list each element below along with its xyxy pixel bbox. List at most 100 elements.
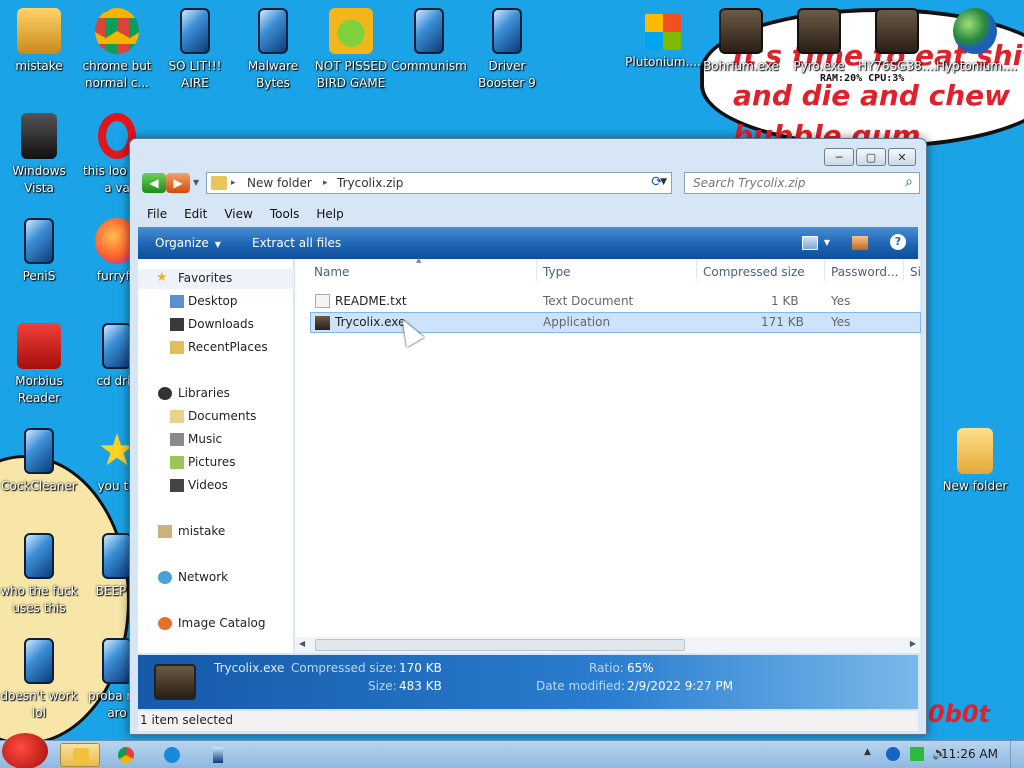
change-view-icon[interactable]: [802, 236, 818, 250]
phone-icon: [213, 747, 223, 763]
preview-pane-icon[interactable]: [852, 236, 868, 250]
nav-network[interactable]: Network: [138, 568, 294, 588]
menu-view[interactable]: View: [215, 205, 260, 225]
exe-icon: [797, 8, 841, 54]
desktop-icon-cockcleaner[interactable]: CockCleaner: [0, 428, 78, 495]
search-box[interactable]: ⌕: [684, 172, 920, 194]
nav-desktop[interactable]: Desktop: [138, 292, 294, 312]
breadcrumb-trycolix-zip[interactable]: Trycolix.zip: [337, 176, 403, 190]
desktop-icon-new-folder[interactable]: New folder: [936, 428, 1014, 495]
desktop-icon-bird-game[interactable]: NOT PISSED BIRD GAME: [312, 8, 390, 92]
show-hidden-icons-icon[interactable]: ▲: [864, 747, 878, 761]
nav-recent-places[interactable]: RecentPlaces: [138, 338, 294, 358]
file-password: Yes: [831, 294, 851, 308]
nav-documents[interactable]: Documents: [138, 407, 294, 427]
nav-videos[interactable]: Videos: [138, 476, 294, 496]
pdf-icon: [17, 323, 61, 369]
show-desktop-button[interactable]: [1010, 741, 1024, 768]
details-modified-value: 2/9/2022 9:27 PM: [627, 679, 734, 693]
breadcrumb-new-folder[interactable]: New folder: [247, 176, 312, 190]
taskbar-ie[interactable]: [152, 743, 192, 767]
desktop-icon-bohrium[interactable]: Bohrium.exe: [702, 8, 780, 75]
status-text: 1 item selected: [140, 713, 234, 727]
nav-label: mistake: [178, 524, 226, 538]
column-divider[interactable]: [696, 259, 697, 281]
desktop-icon-morbius-reader[interactable]: Morbius Reader: [0, 323, 78, 407]
taskbar-app[interactable]: [198, 743, 238, 767]
column-divider[interactable]: [824, 259, 825, 281]
scroll-right-icon[interactable]: ▶: [910, 639, 916, 648]
nav-favorites[interactable]: ★ Favorites: [138, 269, 294, 289]
desktop-icon-windows-vista[interactable]: Windows Vista: [0, 113, 78, 197]
nav-libraries[interactable]: Libraries: [138, 384, 294, 404]
column-header-compressed-size[interactable]: Compressed size: [703, 265, 805, 279]
menu-file[interactable]: File: [138, 205, 175, 225]
exe-icon: [315, 316, 330, 330]
clock[interactable]: 11:26 AM: [941, 747, 998, 761]
desktop-icon-mistake[interactable]: mistake: [0, 8, 78, 75]
help-icon[interactable]: ?: [890, 234, 906, 250]
chrome-icon: [95, 8, 139, 54]
column-header-password[interactable]: Password...: [831, 265, 899, 279]
details-size-label: Size:: [368, 679, 397, 693]
desktop-icon-penis[interactable]: PeniS: [0, 218, 78, 285]
close-button[interactable]: ✕: [888, 148, 916, 166]
nav-pictures[interactable]: Pictures: [138, 453, 294, 473]
nav-image-catalog[interactable]: Image Catalog: [138, 614, 294, 634]
desktop-icon-chrome[interactable]: chrome but normal c...: [78, 8, 156, 92]
desktop-icon-pyro[interactable]: Pyro.exe: [780, 8, 858, 75]
desktop-icon-communism[interactable]: Communism: [390, 8, 468, 75]
taskbar-chrome[interactable]: [106, 743, 146, 767]
folder-icon: [211, 176, 227, 190]
chrome-icon: [118, 747, 134, 763]
nav-homegroup-mistake[interactable]: mistake: [138, 522, 294, 542]
menu-help[interactable]: Help: [307, 205, 351, 225]
battery-icon[interactable]: [910, 747, 924, 761]
taskbar-explorer[interactable]: [60, 743, 100, 767]
desktop-icon-malware-bytes[interactable]: Malware Bytes: [234, 8, 312, 92]
column-header-type[interactable]: Type: [543, 265, 571, 279]
file-row[interactable]: README.txt Text Document 1 KB Yes: [311, 291, 921, 312]
nav-downloads[interactable]: Downloads: [138, 315, 294, 335]
nav-label: Image Catalog: [178, 616, 266, 630]
refresh-icon[interactable]: ⟳: [647, 173, 667, 191]
desktop-icon-driver-booster[interactable]: Driver Booster 9: [468, 8, 546, 92]
view-dropdown-icon[interactable]: ▼: [824, 238, 830, 247]
column-header-size[interactable]: Si: [910, 265, 921, 279]
desktop-icon-so-lit[interactable]: SO LIT!!! AIRE: [156, 8, 234, 92]
desktop-icon-label: Malware Bytes: [247, 59, 299, 90]
column-divider[interactable]: [903, 259, 904, 281]
column-divider[interactable]: [536, 259, 537, 281]
search-input[interactable]: [685, 173, 885, 193]
folder-icon: [957, 428, 993, 474]
horizontal-scrollbar[interactable]: ◀ ▶: [295, 637, 920, 653]
desktop-icon-plutonium[interactable]: Plutonium....: [624, 8, 702, 71]
search-icon[interactable]: ⌕: [905, 174, 913, 190]
back-button[interactable]: ◀: [142, 173, 166, 193]
menu-edit[interactable]: Edit: [175, 205, 215, 225]
organize-button[interactable]: Organize ▼: [155, 236, 221, 250]
address-bar[interactable]: ▸ New folder ▸ Trycolix.zip ▼: [206, 172, 672, 194]
desktop-icon-label: Morbius Reader: [15, 374, 63, 405]
desktop-icon-hyptonium[interactable]: Hyptonium....: [936, 8, 1017, 75]
menu-tools[interactable]: Tools: [261, 205, 308, 225]
desktop-icon-who-uses-this[interactable]: who the fuck uses this: [0, 533, 78, 617]
nav-label: RecentPlaces: [188, 340, 268, 354]
caption-buttons: ─ ▢ ✕: [824, 148, 916, 166]
scroll-left-icon[interactable]: ◀: [299, 639, 305, 648]
desktop-icon-hy76sg38[interactable]: HY76SG38....: [858, 8, 937, 75]
scrollbar-thumb[interactable]: [315, 639, 685, 651]
forward-button[interactable]: ▶: [166, 173, 190, 193]
image-catalog-icon: [158, 617, 172, 630]
start-button[interactable]: [2, 733, 48, 768]
exe-icon: [154, 664, 196, 700]
desktop-icon-label: Windows Vista: [12, 164, 66, 195]
maximize-button[interactable]: ▢: [856, 148, 886, 166]
nav-music[interactable]: Music: [138, 430, 294, 450]
tray-app-icon[interactable]: [886, 747, 900, 761]
column-header-name[interactable]: Name: [314, 265, 349, 279]
extract-all-button[interactable]: Extract all files: [252, 236, 341, 250]
recent-pages-dropdown[interactable]: ▼: [193, 178, 199, 187]
minimize-button[interactable]: ─: [824, 148, 854, 166]
desktop-icon-doesnt-work[interactable]: doesn't work lol: [0, 638, 78, 722]
